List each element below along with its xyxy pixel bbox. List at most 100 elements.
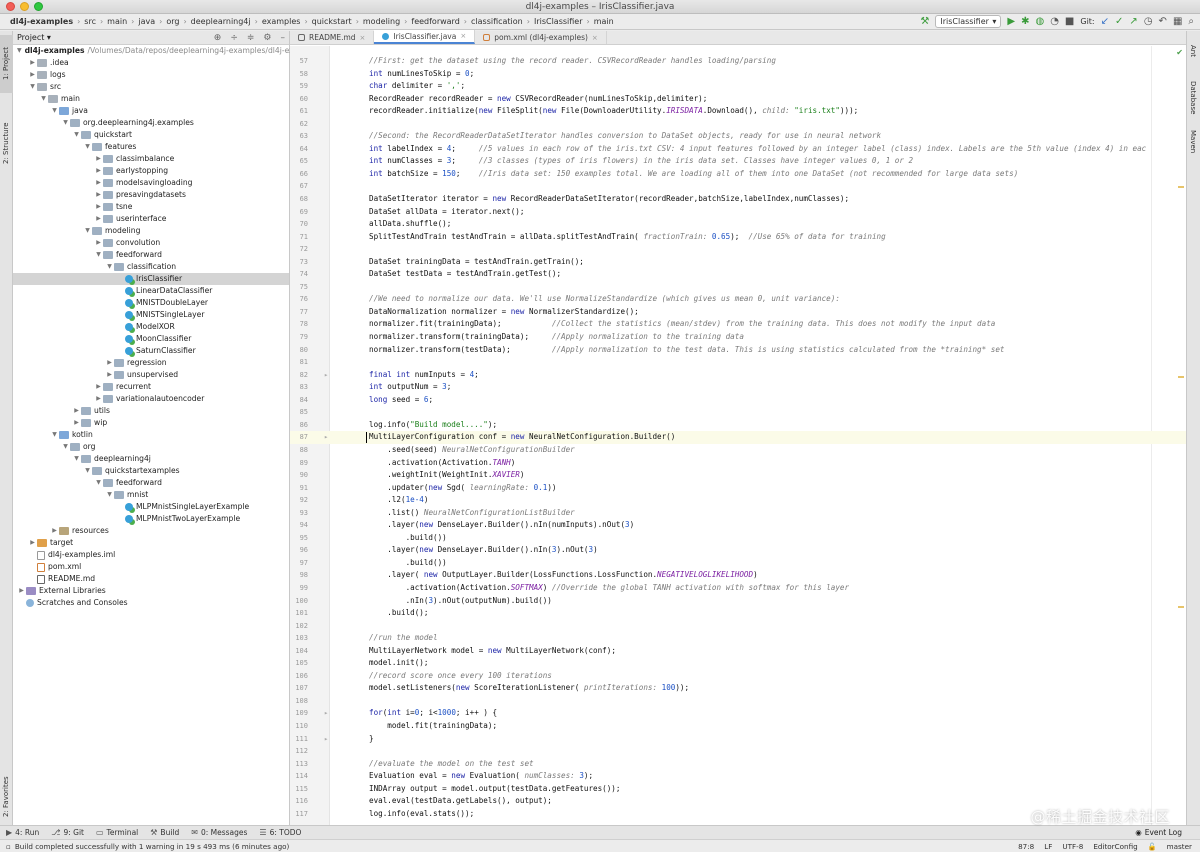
chevron-down-icon[interactable]: ▼ xyxy=(94,249,103,261)
tree-item[interactable]: ▼ main xyxy=(13,93,289,105)
git-push-icon[interactable]: ↗ xyxy=(1129,16,1137,28)
tree-item[interactable]: README.md xyxy=(13,573,289,585)
tree-item[interactable]: ▶ wip xyxy=(13,417,289,429)
tool-tab-ant[interactable]: Ant xyxy=(1186,41,1200,61)
bottom-tool-button[interactable]: ▶ 4: Run xyxy=(0,828,45,837)
chevron-right-icon[interactable]: ▶ xyxy=(17,585,26,597)
fold-marker-icon[interactable]: ▸ xyxy=(324,707,328,720)
hide-panel-icon[interactable]: – xyxy=(281,31,286,45)
locate-icon[interactable]: ⊕ xyxy=(214,31,222,45)
chevron-down-icon[interactable]: ▼ xyxy=(28,81,37,93)
tree-item[interactable]: ModelXOR xyxy=(13,321,289,333)
hammer-build-icon[interactable]: ⚒ xyxy=(920,16,929,28)
tree-item[interactable]: ▼ feedforward xyxy=(13,477,289,489)
breadcrumb-item[interactable]: dl4j-examples xyxy=(8,17,75,26)
stop-icon[interactable]: ■ xyxy=(1065,16,1074,28)
breadcrumb-item[interactable]: examples xyxy=(260,17,303,26)
tree-item[interactable]: ▶ target xyxy=(13,537,289,549)
tree-item[interactable]: SaturnClassifier xyxy=(13,345,289,357)
collapse-all-icon[interactable]: ÷ xyxy=(230,31,238,45)
code-line[interactable]: 80 normalizer.transform(testData); //Appl… xyxy=(290,344,1186,357)
line-separator[interactable]: LF xyxy=(1044,840,1052,852)
code-line[interactable]: 66 int batchSize = 150; //Iris data set: … xyxy=(290,168,1186,181)
tool-tab-structure[interactable]: 2: Structure xyxy=(0,113,13,173)
code-line[interactable]: 101 .build(); xyxy=(290,607,1186,620)
chevron-right-icon[interactable]: ▶ xyxy=(94,201,103,213)
chevron-down-icon[interactable]: ▼ xyxy=(39,93,48,105)
tree-item[interactable]: ▶ modelsavingloading xyxy=(13,177,289,189)
tree-item[interactable]: MoonClassifier xyxy=(13,333,289,345)
caret-position[interactable]: 87:8 xyxy=(1018,840,1034,852)
code-line[interactable]: 97 .build()) xyxy=(290,557,1186,570)
code-line[interactable]: 70 allData.shuffle(); xyxy=(290,218,1186,231)
close-window-button[interactable] xyxy=(6,2,15,11)
scroll-marker[interactable] xyxy=(1178,186,1184,188)
tree-item[interactable]: MLPMnistSingleLayerExample xyxy=(13,501,289,513)
profile-icon[interactable]: ◔ xyxy=(1050,16,1059,28)
project-structure-icon[interactable]: ▦ xyxy=(1173,16,1182,28)
chevron-right-icon[interactable]: ▶ xyxy=(94,165,103,177)
chevron-right-icon[interactable]: ▶ xyxy=(28,57,37,69)
chevron-down-icon[interactable]: ▼ xyxy=(72,453,81,465)
code-line[interactable]: 86 log.info("Build model...."); xyxy=(290,419,1186,432)
editor-tab[interactable]: README.md × xyxy=(290,31,375,44)
code-line[interactable]: 63 //Second: the RecordReaderDataSetItera… xyxy=(290,130,1186,143)
code-line[interactable]: 92 .l2(1e-4) xyxy=(290,494,1186,507)
tree-item[interactable]: ▼ deeplearning4j xyxy=(13,453,289,465)
code-line[interactable]: 87 ▸ MultiLayerConfiguration conf = new Ne… xyxy=(290,431,1186,444)
code-line[interactable]: 115 INDArray output = model.output(testDa… xyxy=(290,783,1186,796)
tree-item[interactable]: ▶ unsupervised xyxy=(13,369,289,381)
file-encoding[interactable]: UTF-8 xyxy=(1062,840,1083,852)
code-line[interactable]: 107 model.setListeners(new ScoreIteration… xyxy=(290,682,1186,695)
zoom-window-button[interactable] xyxy=(34,2,43,11)
chevron-down-icon[interactable]: ▼ xyxy=(83,141,92,153)
status-message[interactable]: ▫ Build completed successfully with 1 wa… xyxy=(0,842,289,851)
tree-item[interactable]: ▼ quickstartexamples xyxy=(13,465,289,477)
code-line[interactable]: 104 MultiLayerNetwork model = new MultiLa… xyxy=(290,645,1186,658)
breadcrumb-item[interactable]: deeplearning4j xyxy=(189,17,253,26)
lock-icon[interactable]: 🔓 xyxy=(1148,840,1157,852)
tool-tab-database[interactable]: Database xyxy=(1186,77,1200,119)
code-line[interactable]: 84 long seed = 6; xyxy=(290,394,1186,407)
tree-item[interactable]: ▶ convolution xyxy=(13,237,289,249)
close-tab-icon[interactable]: × xyxy=(360,34,366,42)
tree-item[interactable]: ▶ .idea xyxy=(13,57,289,69)
code-line[interactable]: 103 //run the model xyxy=(290,632,1186,645)
code-line[interactable]: 100 .nIn(3).nOut(outputNum).build()) xyxy=(290,595,1186,608)
event-log-button[interactable]: ◉ Event Log xyxy=(1135,826,1182,840)
tree-item[interactable]: ▶ logs xyxy=(13,69,289,81)
tree-item[interactable]: ▼ java xyxy=(13,105,289,117)
code-line[interactable]: 65 int numClasses = 3; //3 classes (types… xyxy=(290,155,1186,168)
tree-item[interactable]: pom.xml xyxy=(13,561,289,573)
code-line[interactable]: 74 DataSet testData = testAndTrain.getTes… xyxy=(290,268,1186,281)
code-line[interactable]: 57 //First: get the dataset using the rec… xyxy=(290,55,1186,68)
code-line[interactable]: 62 xyxy=(290,118,1186,131)
tree-item[interactable]: MNISTDoubleLayer xyxy=(13,297,289,309)
git-update-icon[interactable]: ↙ xyxy=(1101,16,1109,28)
breadcrumb-item[interactable]: IrisClassifier xyxy=(532,17,585,26)
tree-item[interactable]: ▶ utils xyxy=(13,405,289,417)
breadcrumb-item[interactable]: feedforward xyxy=(409,17,461,26)
run-icon[interactable]: ▶ xyxy=(1007,16,1015,28)
chevron-right-icon[interactable]: ▶ xyxy=(94,177,103,189)
code-line[interactable]: 109 ▸ for(int i=0; i<1000; i++ ) { xyxy=(290,707,1186,720)
tree-item[interactable]: ▼ org.deeplearning4j.examples xyxy=(13,117,289,129)
code-line[interactable]: 73 DataSet trainingData = testAndTrain.ge… xyxy=(290,256,1186,269)
code-line[interactable]: 113 //evaluate the model on the test set xyxy=(290,758,1186,771)
code-line[interactable]: 99 .activation(Activation.SOFTMAX) //Ove… xyxy=(290,582,1186,595)
bottom-tool-button[interactable]: ▭ Terminal xyxy=(90,828,144,837)
code-lines[interactable]: 57 //First: get the dataset using the rec… xyxy=(290,55,1186,820)
tool-tab-favorites[interactable]: 2: Favorites xyxy=(0,771,13,823)
editor-tab[interactable]: pom.xml (dl4j-examples) × xyxy=(475,31,607,44)
chevron-right-icon[interactable]: ▶ xyxy=(94,153,103,165)
chevron-down-icon[interactable]: ▼ xyxy=(105,261,114,273)
code-line[interactable]: 105 model.init(); xyxy=(290,657,1186,670)
chevron-right-icon[interactable]: ▶ xyxy=(94,189,103,201)
chevron-right-icon[interactable]: ▶ xyxy=(94,213,103,225)
coverage-icon[interactable]: ◍ xyxy=(1035,16,1044,28)
chevron-down-icon[interactable]: ▼ xyxy=(72,129,81,141)
scroll-marker[interactable] xyxy=(1178,606,1184,608)
code-line[interactable]: 88 .seed(seed) NeuralNetConfigurationBui… xyxy=(290,444,1186,457)
code-line[interactable]: 59 char delimiter = ','; xyxy=(290,80,1186,93)
expand-all-icon[interactable]: ≑ xyxy=(247,31,255,45)
